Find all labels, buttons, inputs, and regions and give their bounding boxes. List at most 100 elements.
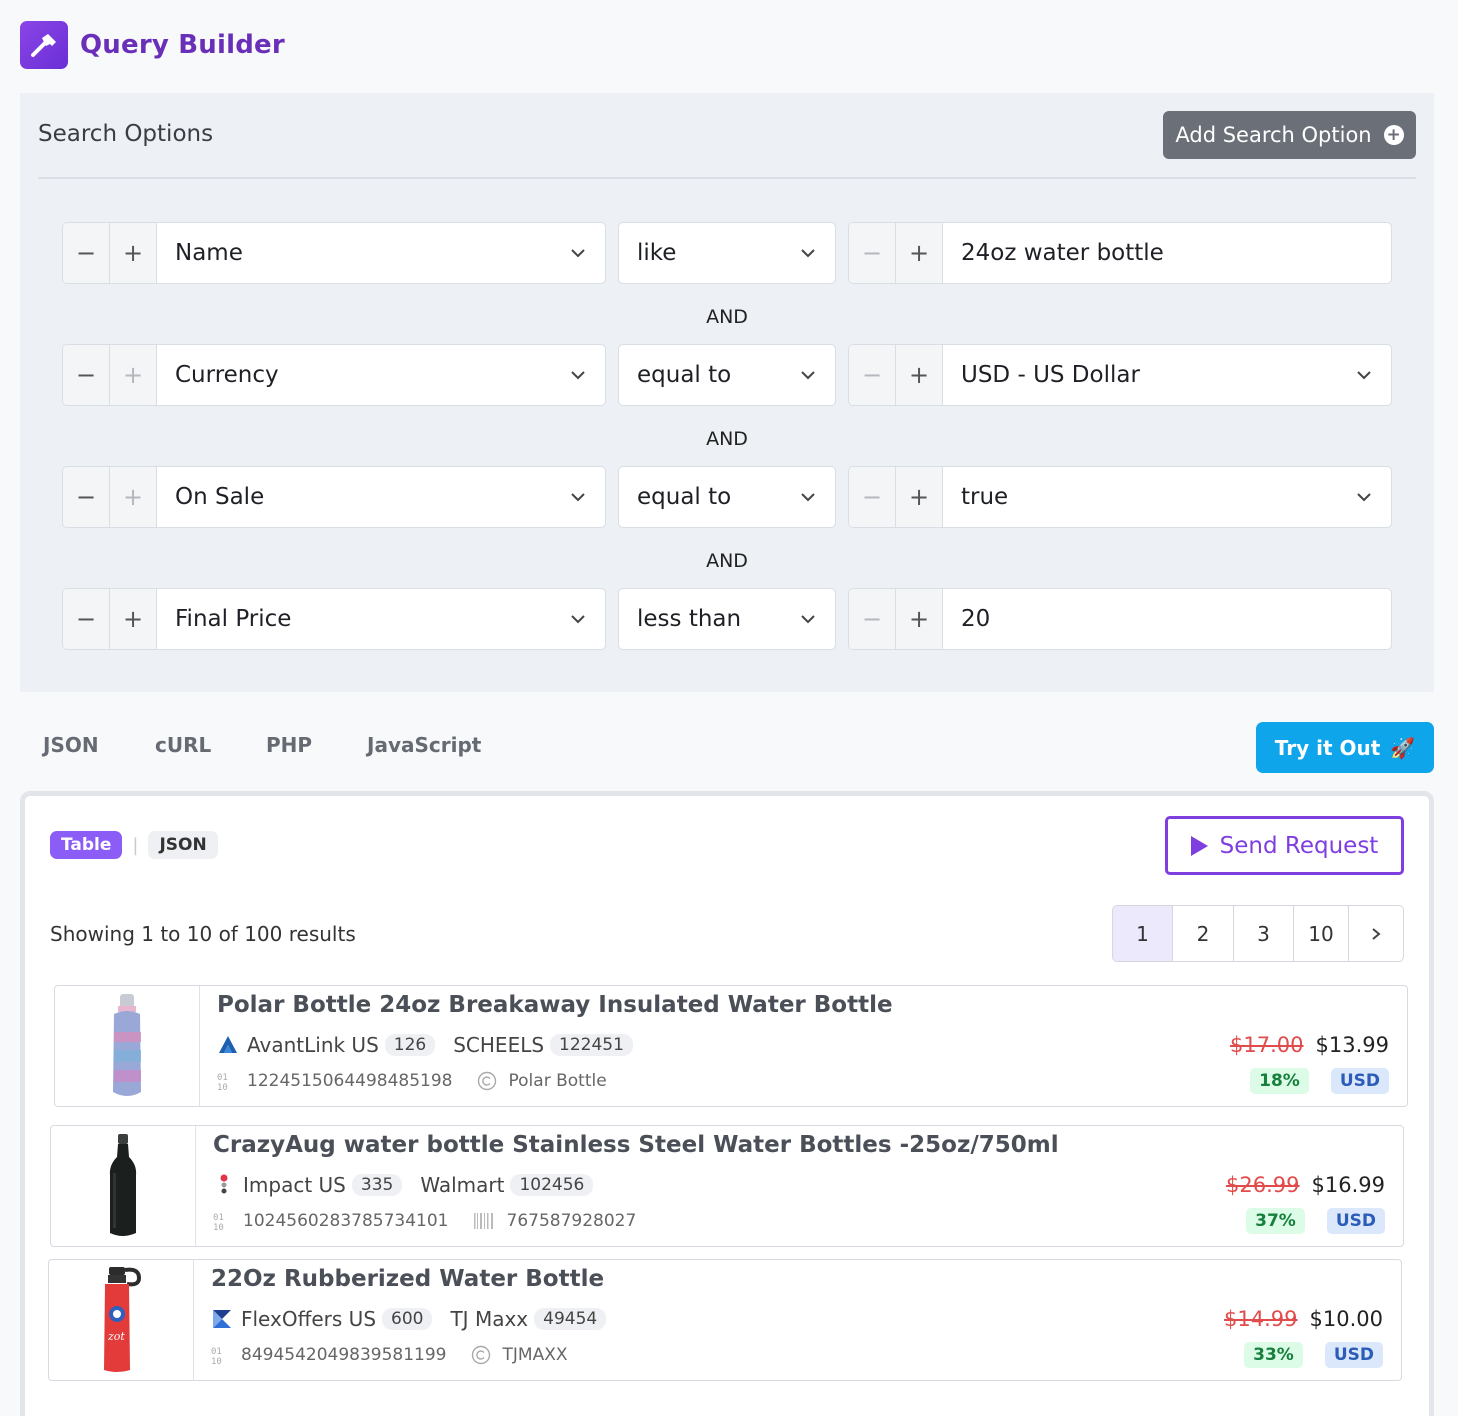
next-page-button[interactable] <box>1349 906 1403 961</box>
field-select-value: On Sale <box>175 484 265 510</box>
operator-select-group: less than <box>618 588 836 650</box>
page-button-2[interactable]: 2 <box>1173 906 1234 961</box>
svg-text:10: 10 <box>217 1083 228 1091</box>
json-view-button[interactable]: JSON <box>148 831 218 859</box>
page-button-10[interactable]: 10 <box>1294 906 1349 961</box>
sale-price: $10.00 <box>1309 1307 1383 1331</box>
field-select[interactable]: Currency <box>157 345 605 405</box>
operator-select[interactable]: like <box>619 223 835 283</box>
merchant-count: 122451 <box>550 1034 633 1056</box>
value-input[interactable]: 24oz water bottle <box>943 223 1391 283</box>
operator-select[interactable]: equal to <box>619 467 835 527</box>
field-select-group: − + Final Price <box>62 588 606 650</box>
operator-select-group: equal to <box>618 466 836 528</box>
plus-button[interactable]: + <box>896 345 943 405</box>
price-row: $17.00 $13.99 <box>1230 1033 1389 1057</box>
chevron-down-icon <box>801 493 815 502</box>
product-card[interactable]: Polar Bottle 24oz Breakaway Insulated Wa… <box>54 985 1408 1107</box>
product-title[interactable]: Polar Bottle 24oz Breakaway Insulated Wa… <box>217 992 893 1018</box>
minus-button[interactable]: − <box>849 223 896 283</box>
plus-button[interactable]: + <box>110 223 157 283</box>
try-it-out-label: Try it Out <box>1274 735 1381 760</box>
svg-text:01: 01 <box>211 1347 222 1357</box>
search-options-title: Search Options <box>38 121 214 147</box>
and-connector: AND <box>706 428 748 450</box>
chevron-down-icon <box>571 493 585 502</box>
search-option-row: − + Name like − + 24oz water bottle <box>62 222 1392 284</box>
field-select-value: Final Price <box>175 606 292 632</box>
chevron-down-icon <box>571 615 585 624</box>
plus-button[interactable]: + <box>896 223 943 283</box>
product-id-row: 01 10 8494542049839581199 TJMAXX <box>211 1345 568 1365</box>
hammer-icon <box>20 21 68 69</box>
product-title[interactable]: CrazyAug water bottle Stainless Steel Wa… <box>213 1132 1059 1158</box>
product-network-row: Impact US 335 Walmart 102456 <box>213 1173 594 1197</box>
field-select[interactable]: Name <box>157 223 605 283</box>
send-request-label: Send Request <box>1219 832 1379 859</box>
try-it-out-button[interactable]: Try it Out 🚀 <box>1256 722 1434 773</box>
tab-curl[interactable]: cURL <box>155 733 211 757</box>
operator-select[interactable]: less than <box>619 589 835 649</box>
product-id-row: 01 10 1224515064498485198 Polar Bottle <box>217 1071 607 1091</box>
add-search-option-button[interactable]: Add Search Option + <box>1163 111 1416 159</box>
currency-badge: USD <box>1330 1068 1389 1094</box>
avantlink-icon <box>219 1036 237 1053</box>
minus-button[interactable]: − <box>63 345 110 405</box>
value-select[interactable]: true <box>943 467 1391 527</box>
product-id: 8494542049839581199 <box>241 1345 447 1365</box>
operator-select-value: less than <box>637 606 742 632</box>
plus-button[interactable]: + <box>896 467 943 527</box>
svg-text:01: 01 <box>213 1213 224 1223</box>
minus-button[interactable]: − <box>63 223 110 283</box>
product-id-row: 01 10 1024560283785734101 767587928027 <box>213 1211 636 1231</box>
minus-button[interactable]: − <box>63 589 110 649</box>
product-card[interactable]: CrazyAug water bottle Stainless Steel Wa… <box>50 1125 1404 1247</box>
field-select-value: Currency <box>175 362 279 388</box>
view-toggle: Table | JSON <box>50 831 218 859</box>
original-price: $17.00 <box>1230 1033 1304 1057</box>
value-select[interactable]: USD - US Dollar <box>943 345 1391 405</box>
product-barcode: 767587928027 <box>506 1211 637 1231</box>
tab-javascript[interactable]: JavaScript <box>367 733 481 757</box>
play-icon <box>1190 835 1208 856</box>
and-connector: AND <box>706 550 748 572</box>
field-select[interactable]: Final Price <box>157 589 605 649</box>
plus-button[interactable]: + <box>110 467 157 527</box>
copyright-icon <box>471 1345 490 1365</box>
divider <box>38 177 1416 179</box>
plus-button[interactable]: + <box>896 589 943 649</box>
page-button-1[interactable]: 1 <box>1113 906 1173 961</box>
table-view-button[interactable]: Table <box>50 831 123 859</box>
chevron-down-icon <box>571 371 585 380</box>
operator-select[interactable]: equal to <box>619 345 835 405</box>
svg-text:10: 10 <box>211 1357 222 1365</box>
merchant-count: 49454 <box>534 1308 607 1330</box>
product-title[interactable]: 22Oz Rubberized Water Bottle <box>211 1266 604 1292</box>
and-connector: AND <box>706 306 748 328</box>
minus-button[interactable]: − <box>63 467 110 527</box>
minus-button[interactable]: − <box>849 467 896 527</box>
chevron-down-icon <box>801 371 815 380</box>
pagination: 1 2 3 10 <box>1112 905 1404 962</box>
chevron-down-icon <box>1357 493 1371 502</box>
value-input-group: − + 20 <box>848 588 1392 650</box>
tab-php[interactable]: PHP <box>266 733 312 757</box>
minus-button[interactable]: − <box>849 589 896 649</box>
network-name: Impact US <box>243 1173 346 1197</box>
field-select-group: − + Name <box>62 222 606 284</box>
minus-button[interactable]: − <box>849 345 896 405</box>
product-card[interactable]: zot 22Oz Rubberized Water Bottle FlexOff… <box>48 1259 1402 1381</box>
merchant-name: SCHEELS <box>453 1033 545 1057</box>
original-price: $26.99 <box>1226 1173 1300 1197</box>
field-select[interactable]: On Sale <box>157 467 605 527</box>
plus-button[interactable]: + <box>110 589 157 649</box>
send-request-button[interactable]: Send Request <box>1165 816 1404 875</box>
tab-json[interactable]: JSON <box>43 733 99 757</box>
svg-text:10: 10 <box>213 1223 224 1231</box>
field-select-value: Name <box>175 240 243 266</box>
page-button-3[interactable]: 3 <box>1234 906 1294 961</box>
network-count: 335 <box>351 1174 403 1196</box>
value-input[interactable]: 20 <box>943 589 1391 649</box>
product-image <box>51 1126 196 1246</box>
plus-button[interactable]: + <box>110 345 157 405</box>
